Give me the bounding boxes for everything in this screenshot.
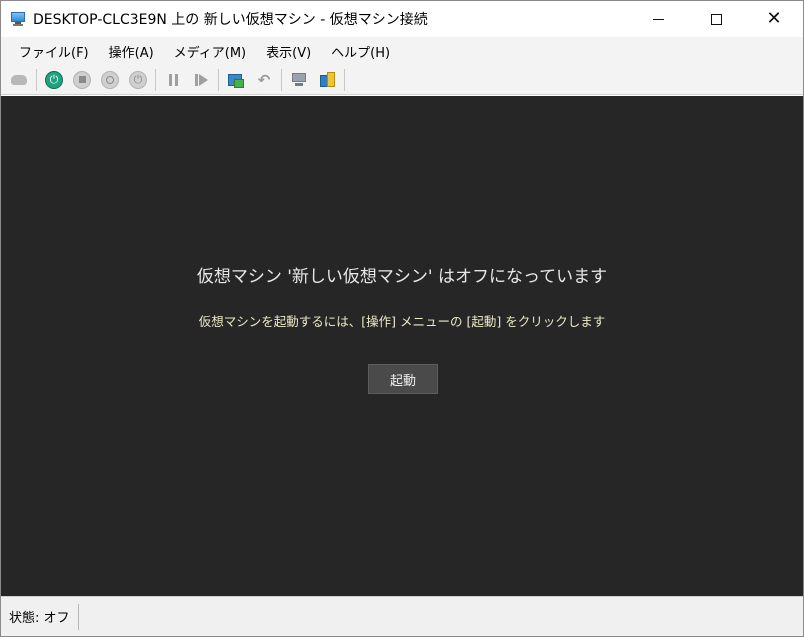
- toolbar-separator: [344, 68, 345, 91]
- menu-bar: ファイル(F) 操作(A) メディア(M) 表示(V) ヘルプ(H): [1, 37, 803, 65]
- ctrl-alt-del-icon: [11, 74, 27, 85]
- start-button[interactable]: 起動: [368, 364, 438, 394]
- menu-file[interactable]: ファイル(F): [9, 38, 99, 65]
- start-toolbar-button[interactable]: ⏻: [43, 69, 65, 91]
- turn-off-button[interactable]: [71, 69, 93, 91]
- toolbar-separator: [281, 68, 282, 91]
- menu-view[interactable]: 表示(V): [256, 38, 321, 65]
- close-icon: ✕: [766, 8, 782, 29]
- menu-media[interactable]: メディア(M): [164, 38, 256, 65]
- vm-connection-app-icon: [9, 11, 27, 27]
- power-start-icon: ⏻: [45, 70, 63, 89]
- enhanced-session-button[interactable]: [288, 69, 310, 91]
- maximize-icon: [710, 13, 722, 25]
- vm-status-text: 状態: オフ: [1, 603, 79, 630]
- resume-icon: [194, 73, 208, 86]
- revert-icon: ↶: [257, 70, 271, 89]
- share-button[interactable]: [316, 69, 338, 91]
- shutdown-button[interactable]: [99, 69, 121, 91]
- save-power-icon: ⏻: [129, 70, 147, 89]
- ctrl-alt-del-button[interactable]: [8, 69, 30, 91]
- pause-icon: [168, 73, 178, 86]
- checkpoint-button[interactable]: [225, 69, 247, 91]
- revert-button[interactable]: ↶: [253, 69, 275, 91]
- resume-button[interactable]: [190, 69, 212, 91]
- toolbar-separator: [218, 68, 219, 91]
- vm-start-instruction: 仮想マシンを起動するには、[操作] メニューの [起動] をクリックします: [198, 314, 606, 329]
- shutdown-icon: [101, 70, 119, 89]
- title-bar[interactable]: DESKTOP-CLC3E9N 上の 新しい仮想マシン - 仮想マシン接続 ✕: [1, 1, 803, 37]
- toolbar-separator: [36, 68, 37, 91]
- checkpoint-icon: [227, 72, 245, 88]
- menu-action[interactable]: 操作(A): [99, 38, 164, 65]
- pause-button[interactable]: [162, 69, 184, 91]
- minimize-button[interactable]: [629, 1, 687, 37]
- menu-help[interactable]: ヘルプ(H): [321, 38, 400, 65]
- close-button[interactable]: ✕: [745, 1, 803, 37]
- enhanced-session-icon: [290, 72, 308, 88]
- window-title: DESKTOP-CLC3E9N 上の 新しい仮想マシン - 仮想マシン接続: [33, 12, 428, 28]
- stop-icon: [73, 70, 91, 89]
- toolbar: ⏻ ⏻ ↶: [1, 65, 803, 95]
- share-icon: [318, 71, 336, 89]
- status-bar: 状態: オフ: [1, 596, 803, 636]
- vm-off-headline: 仮想マシン '新しい仮想マシン' はオフになっています: [196, 267, 608, 287]
- minimize-icon: [652, 18, 664, 20]
- maximize-button[interactable]: [687, 1, 745, 37]
- vm-display-area[interactable]: 仮想マシン '新しい仮想マシン' はオフになっています 仮想マシンを起動するには…: [1, 96, 803, 596]
- window-controls: ✕: [629, 1, 803, 37]
- toolbar-separator: [155, 68, 156, 91]
- save-state-button[interactable]: ⏻: [127, 69, 149, 91]
- vm-connection-window: DESKTOP-CLC3E9N 上の 新しい仮想マシン - 仮想マシン接続 ✕ …: [0, 0, 804, 637]
